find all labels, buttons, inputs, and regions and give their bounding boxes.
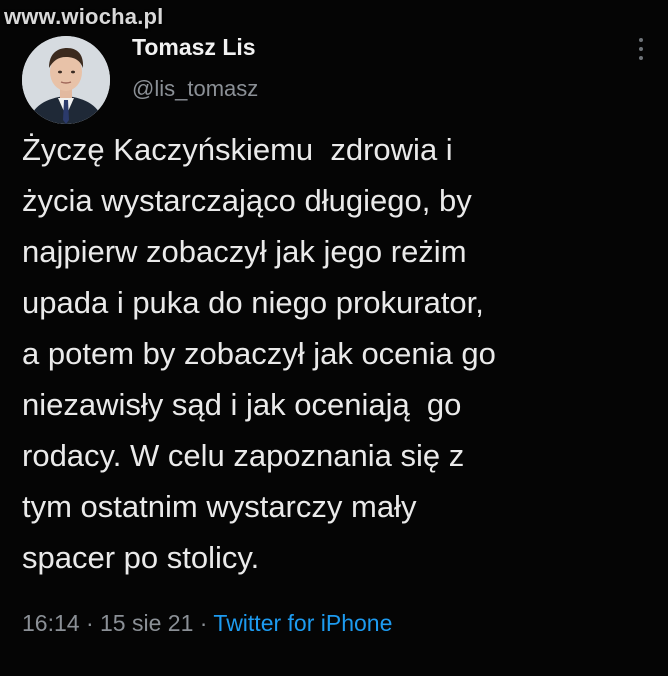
tweet-line: najpierw zobaczył jak jego reżim [22,234,467,269]
avatar[interactable] [22,36,110,124]
tweet-card: www.wiocha.pl Tomasz Lis @lis_tomasz Życ… [0,0,668,676]
meta-separator: · [199,610,208,636]
author-name[interactable]: Tomasz Lis [132,34,256,61]
meta-separator: · [85,610,94,636]
more-vertical-icon[interactable] [634,38,648,64]
tweet-line: niezawisły sąd i jak oceniają go [22,387,462,422]
watermark: www.wiocha.pl [4,4,164,29]
tweet-line: spacer po stolicy. [22,540,260,575]
tweet-line: rodacy. W celu zapoznania się z [22,438,465,473]
tweet-line: a potem by zobaczył jak ocenia go [22,336,496,371]
tweet-source-link[interactable]: Twitter for iPhone [213,610,392,636]
tweet-line: tym ostatnim wystarczy mały [22,489,417,524]
tweet-date[interactable]: 15 sie 21 [100,610,193,636]
tweet-line: upada i puka do niego prokurator, [22,285,484,320]
tweet-text: Życzę Kaczyńskiemu zdrowia i życia wysta… [22,124,658,583]
avatar-image [22,36,110,124]
author-handle[interactable]: @lis_tomasz [132,76,258,102]
tweet-time[interactable]: 16:14 [22,610,80,636]
tweet-line: życia wystarczająco długiego, by [22,183,472,218]
tweet-meta: 16:14 · 15 sie 21 · Twitter for iPhone [22,610,392,637]
tweet-line: Życzę Kaczyńskiemu zdrowia i [22,132,453,167]
